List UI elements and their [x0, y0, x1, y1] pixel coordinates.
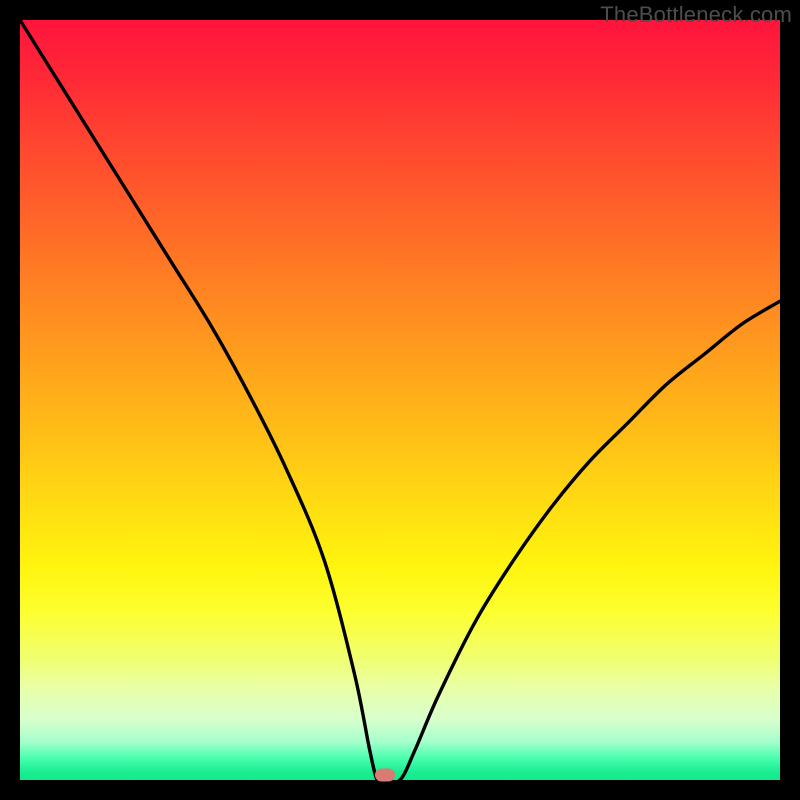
bottleneck-curve	[20, 20, 780, 780]
watermark-text: TheBottleneck.com	[600, 2, 792, 28]
bottleneck-marker	[375, 769, 395, 782]
chart-container: TheBottleneck.com	[0, 0, 800, 800]
curve-path	[20, 20, 780, 780]
plot-area	[20, 20, 780, 780]
